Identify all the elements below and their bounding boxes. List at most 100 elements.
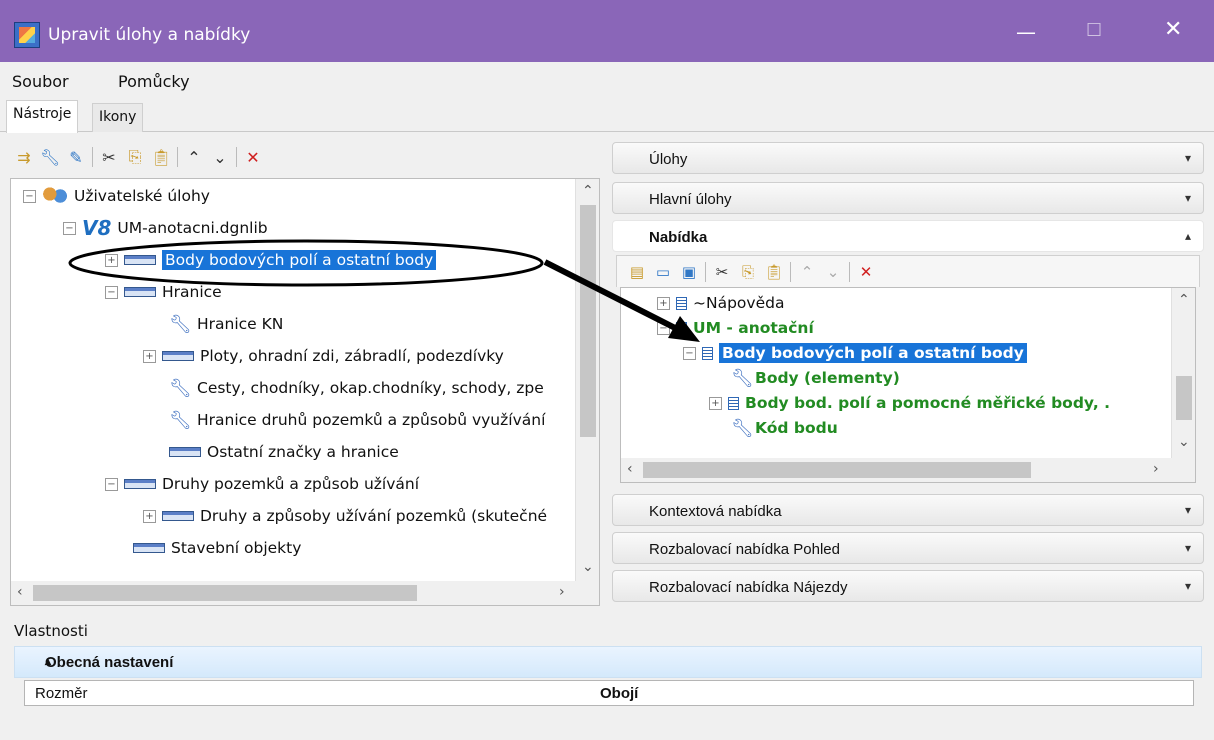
tab-ikony[interactable]: Ikony	[92, 103, 144, 132]
move-down-icon[interactable]: ⌄	[210, 148, 230, 167]
new-submenu-icon[interactable]: ▣	[679, 263, 699, 281]
wrench-icon: 🔧︎	[169, 313, 192, 335]
nabidka-panel: ▤ ▭ ▣ ✂ ⎘ 📋︎ ⌃ ⌄ ✕ + ~Nápověda − UM - anot…	[616, 255, 1200, 485]
cut-icon[interactable]: ✂	[99, 148, 119, 167]
category-icon	[162, 351, 194, 361]
app-icon	[14, 22, 40, 48]
tools-tree[interactable]: − Uživatelské úlohy − V8 UM-anotacni.dgnlib…	[10, 178, 600, 606]
accordion-nabidka[interactable]: Nabídka ▴	[612, 220, 1204, 252]
separator	[790, 261, 791, 282]
expand-icon[interactable]: +	[709, 396, 722, 410]
tree-node-selected[interactable]: − Body bodových polí a ostatní body	[683, 340, 1027, 366]
scroll-right-icon[interactable]: ›	[1153, 461, 1159, 477]
menu-pomucky[interactable]: Pomůcky	[118, 72, 190, 91]
accordion-nabidka-pohled[interactable]: Rozbalovací nabídka Pohled ▾	[612, 532, 1204, 564]
tree-node[interactable]: Stavební objekty	[133, 535, 301, 561]
tab-nastroje[interactable]: Nástroje	[6, 100, 79, 133]
collapse-icon[interactable]: −	[105, 285, 118, 299]
vertical-scrollbar[interactable]: ⌃ ⌄	[575, 179, 599, 583]
collapse-icon[interactable]: −	[105, 477, 118, 491]
properties-section-header[interactable]: Obecná nastavení ▴	[14, 646, 1202, 678]
separator	[177, 147, 178, 167]
accordion-kontextova-nabidka[interactable]: Kontextová nabídka ▾	[612, 494, 1204, 526]
tree-node[interactable]: + ~Nápověda	[657, 290, 784, 316]
vertical-scrollbar[interactable]: ⌃ ⌄	[1171, 288, 1195, 460]
category-icon	[124, 287, 156, 297]
tree-node[interactable]: − V8 UM-anotacni.dgnlib	[63, 215, 268, 241]
minimize-button[interactable]: —	[1016, 20, 1036, 44]
properties-panel: Vlastnosti Obecná nastavení ▴ Rozměr Obojí	[10, 618, 1204, 734]
tree-node[interactable]: 🔧︎ Kód bodu	[731, 415, 838, 441]
new-tool-icon[interactable]: ⇉	[14, 148, 34, 167]
delete-icon[interactable]: ✕	[243, 148, 263, 167]
tree-node[interactable]: 🔧︎ Hranice KN	[169, 311, 283, 337]
tree-node[interactable]: − Hranice	[105, 279, 222, 305]
tree-node[interactable]: − Uživatelské úlohy	[23, 183, 210, 209]
accordion-ulohy[interactable]: Úlohy ▾	[612, 142, 1204, 174]
scroll-thumb[interactable]	[1176, 376, 1192, 420]
scroll-left-icon[interactable]: ‹	[627, 461, 633, 477]
tree-node[interactable]: + Body bod. polí a pomocné měřické body, …	[709, 390, 1110, 416]
chevron-down-icon: ▾	[1184, 503, 1191, 517]
category-icon	[162, 511, 194, 521]
move-down-icon[interactable]: ⌄	[823, 263, 843, 281]
tree-node[interactable]: + Druhy a způsoby užívání pozemků (skuteč…	[143, 503, 547, 529]
tree-node[interactable]: Ostatní značky a hranice	[169, 439, 399, 465]
collapse-icon[interactable]: −	[63, 221, 76, 235]
property-row[interactable]: Rozměr Obojí	[24, 680, 1194, 706]
horizontal-scrollbar[interactable]: ‹ ›	[621, 458, 1195, 482]
category-icon	[124, 255, 156, 265]
users-icon	[42, 186, 68, 206]
expand-icon[interactable]: +	[105, 253, 118, 267]
tab-strip: Nástroje Ikony	[0, 100, 1214, 133]
scroll-down-icon[interactable]: ⌄	[582, 559, 594, 575]
menu-soubor[interactable]: Soubor	[12, 72, 69, 91]
scroll-thumb[interactable]	[643, 462, 1031, 478]
tree-node-selected[interactable]: + Body bodových polí a ostatní body	[105, 247, 437, 273]
scroll-thumb[interactable]	[580, 205, 596, 437]
tree-node[interactable]: − UM - anotační	[657, 315, 814, 341]
title-bar: Upravit úlohy a nabídky — ☐ ✕	[0, 0, 1214, 62]
tree-node[interactable]: − Druhy pozemků a způsob užívání	[105, 471, 419, 497]
scroll-right-icon[interactable]: ›	[559, 584, 565, 600]
wrench-icon: 🔧︎	[169, 377, 192, 399]
paste-icon[interactable]: 📋︎	[764, 263, 784, 281]
tree-node[interactable]: + Ploty, ohradní zdi, zábradlí, podezdívk…	[143, 343, 504, 369]
chevron-up-icon: ▴	[45, 654, 52, 668]
tree-node[interactable]: 🔧︎ Cesty, chodníky, okap.chodníky, schody…	[169, 375, 544, 401]
close-button[interactable]: ✕	[1164, 17, 1182, 42]
chevron-down-icon: ▾	[1184, 579, 1191, 593]
scroll-up-icon[interactable]: ⌃	[582, 183, 594, 199]
paste-icon[interactable]: 📋︎	[151, 148, 171, 167]
move-up-icon[interactable]: ⌃	[184, 148, 204, 167]
expand-icon[interactable]: +	[143, 509, 156, 523]
expand-icon[interactable]: +	[657, 296, 670, 310]
scroll-up-icon[interactable]: ⌃	[1178, 292, 1190, 308]
copy-icon[interactable]: ⎘	[738, 263, 758, 281]
menu-tree[interactable]: + ~Nápověda − UM - anotační − Body bodových…	[620, 287, 1196, 483]
accordion-nabidka-najezdy[interactable]: Rozbalovací nabídka Nájezdy ▾	[612, 570, 1204, 602]
new-item-icon[interactable]: ▭	[653, 263, 673, 281]
cut-icon[interactable]: ✂	[712, 263, 732, 281]
scroll-down-icon[interactable]: ⌄	[1178, 434, 1190, 450]
expand-icon[interactable]: +	[143, 349, 156, 363]
separator	[705, 261, 706, 282]
copy-icon[interactable]: ⎘	[125, 147, 145, 167]
collapse-icon[interactable]: −	[657, 321, 670, 335]
tree-node[interactable]: 🔧︎ Body (elementy)	[731, 365, 900, 391]
edit-tool-icon[interactable]: ✎	[66, 148, 86, 167]
collapse-icon[interactable]: −	[683, 346, 696, 360]
horizontal-scrollbar[interactable]: ‹ ›	[11, 581, 599, 605]
category-icon	[169, 447, 201, 457]
scroll-left-icon[interactable]: ‹	[17, 584, 23, 600]
maximize-button[interactable]: ☐	[1086, 20, 1102, 41]
delete-icon[interactable]: ✕	[856, 263, 876, 281]
accordion-hlavni-ulohy[interactable]: Hlavní úlohy ▾	[612, 182, 1204, 214]
collapse-icon[interactable]: −	[23, 189, 36, 203]
wrench-icon[interactable]: 🔧︎	[40, 148, 60, 167]
scroll-thumb[interactable]	[33, 585, 417, 601]
new-menu-icon[interactable]: ▤	[627, 263, 647, 281]
separator	[92, 147, 93, 167]
move-up-icon[interactable]: ⌃	[797, 263, 817, 281]
tree-node[interactable]: 🔧︎ Hranice druhů pozemků a způsobů využív…	[169, 407, 545, 433]
